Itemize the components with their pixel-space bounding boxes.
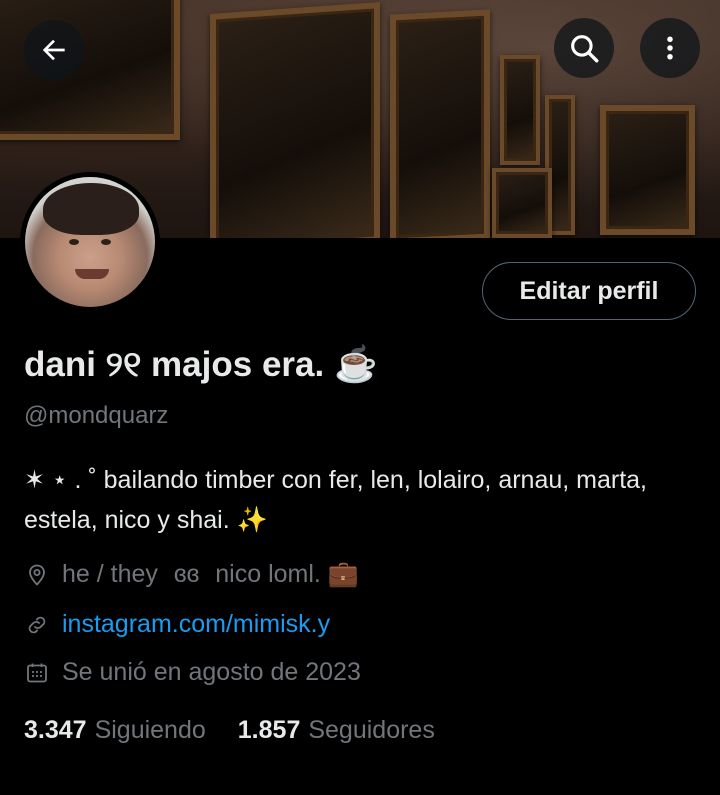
display-name: dani ୨୧ majos era. ☕: [24, 345, 378, 384]
edit-profile-button[interactable]: Editar perfil: [482, 262, 696, 320]
bio-text: ✶ ⋆ . ˚ bailando timber con fer, len, lo…: [24, 466, 647, 534]
user-handle: @mondquarz: [24, 402, 169, 429]
joined-text: Se unió en agosto de 2023: [62, 658, 361, 686]
following-label: Siguiendo: [94, 716, 206, 744]
banner-painting: [600, 105, 695, 235]
search-icon: [571, 35, 599, 63]
more-vertical-icon: [667, 36, 673, 60]
calendar-icon: [24, 660, 50, 686]
avatar-photo: [25, 177, 155, 307]
search-button[interactable]: [554, 18, 614, 78]
avatar[interactable]: [20, 172, 160, 312]
banner-painting: [0, 0, 180, 140]
website-row[interactable]: instagram.com/mimisk.y: [24, 610, 330, 639]
followers-label: Seguidores: [308, 716, 435, 744]
website-link[interactable]: instagram.com/mimisk.y: [62, 610, 330, 639]
location-pin-icon: [24, 562, 50, 588]
more-options-button[interactable]: [640, 18, 700, 78]
back-button[interactable]: [24, 20, 84, 80]
banner-painting: [500, 55, 540, 165]
following-stat[interactable]: 3.347 Siguiendo: [24, 716, 206, 745]
banner-painting: [210, 2, 380, 238]
following-count: 3.347: [24, 716, 87, 744]
location-row: he / they ɞɞ nico loml. 💼: [24, 560, 359, 589]
location-extra-text: nico loml. 💼: [215, 560, 359, 588]
link-icon: [24, 612, 50, 638]
location-extra: ɞɞ: [173, 560, 200, 588]
followers-stat[interactable]: 1.857 Seguidores: [238, 716, 435, 745]
followers-count: 1.857: [237, 716, 301, 744]
banner-painting: [390, 9, 490, 238]
profile-stats: 3.347 Siguiendo 1.857 Seguidores: [24, 716, 435, 745]
joined-row: Se unió en agosto de 2023: [24, 658, 361, 687]
arrow-left-icon: [42, 39, 65, 61]
banner-painting: [492, 168, 552, 238]
location-text: he / they: [62, 560, 158, 588]
